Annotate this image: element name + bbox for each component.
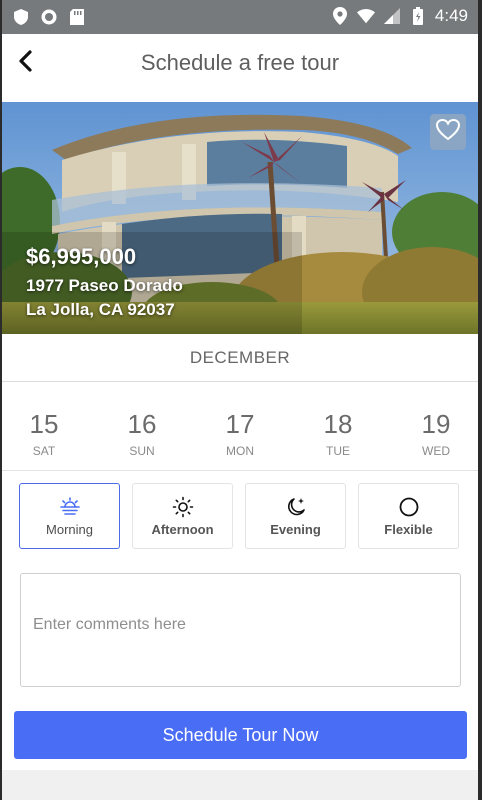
location-icon	[331, 7, 349, 25]
battery-icon	[409, 7, 427, 25]
time-option-label: Afternoon	[151, 521, 214, 537]
day-number: 16	[127, 409, 157, 439]
day-number: 17	[225, 409, 255, 439]
day-weekday: SAT	[32, 444, 56, 458]
favorite-button[interactable]	[430, 114, 466, 150]
schedule-tour-button[interactable]: Schedule Tour Now	[14, 711, 467, 759]
bottom-strip	[2, 770, 478, 800]
day-option[interactable]: 16 SUN	[112, 383, 172, 470]
listing-address-line2: La Jolla, CA 92037	[26, 300, 175, 319]
status-bar: 4:49	[2, 0, 478, 34]
page-title: Schedule a free tour	[140, 50, 340, 75]
day-option[interactable]: 15 SAT	[14, 383, 74, 470]
day-weekday: SUN	[129, 444, 155, 458]
sun-icon	[172, 496, 194, 518]
moon-star-icon	[285, 496, 307, 518]
header: Schedule a free tour	[2, 34, 478, 102]
shield-icon	[12, 8, 30, 26]
time-option-morning[interactable]: Morning	[19, 483, 120, 549]
status-right-icons: 4:49	[331, 6, 468, 26]
month-label: DECEMBER	[2, 334, 478, 382]
day-number: 19	[421, 409, 451, 439]
day-option[interactable]: 17 MON	[210, 383, 270, 470]
circle-icon	[398, 496, 420, 518]
time-option-label: Evening	[270, 521, 321, 537]
listing-hero[interactable]: $6,995,000 1977 Paseo Dorado La Jolla, C…	[2, 102, 478, 334]
phone-screen: 4:49 Schedule a free tour $6,995,000 197…	[2, 0, 478, 800]
comments-field[interactable]	[20, 573, 461, 687]
day-weekday: WED	[422, 444, 450, 458]
signal-icon	[383, 7, 401, 25]
sd-card-icon	[68, 8, 86, 26]
wifi-icon	[356, 7, 375, 25]
status-time: 4:49	[434, 6, 468, 25]
time-option-label: Morning	[46, 521, 93, 537]
day-option[interactable]: 19 WED	[406, 383, 466, 470]
day-option[interactable]: 18 TUE	[308, 383, 368, 470]
time-option-evening[interactable]: Evening	[245, 483, 346, 549]
listing-price: $6,995,000	[26, 244, 137, 269]
listing-address-line1: 1977 Paseo Dorado	[26, 276, 183, 295]
day-number: 15	[29, 409, 59, 439]
status-left-icons	[12, 8, 86, 26]
circle-record-icon	[40, 8, 58, 26]
time-option-afternoon[interactable]: Afternoon	[132, 483, 233, 549]
time-option-flexible[interactable]: Flexible	[358, 483, 459, 549]
day-picker: 15 SAT 16 SUN 17 MON 18 TUE 19 WED	[2, 383, 478, 471]
sunrise-icon	[59, 496, 81, 518]
day-weekday: TUE	[326, 444, 350, 458]
day-weekday: MON	[226, 444, 254, 458]
time-of-day-picker: Morning Afternoon Evening Flexible	[19, 483, 461, 549]
heart-outline-icon	[435, 118, 461, 146]
time-option-label: Flexible	[384, 521, 433, 537]
day-number: 18	[323, 409, 353, 439]
